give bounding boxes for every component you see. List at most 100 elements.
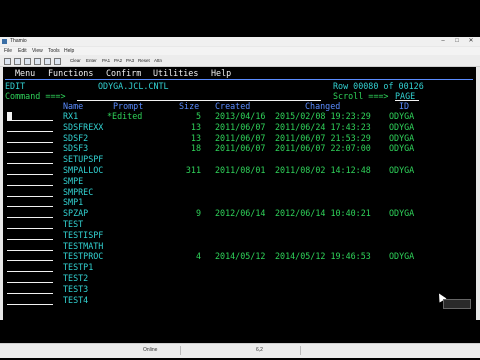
cell-name[interactable]: RX1: [63, 111, 78, 121]
cursor-position: 6,2: [256, 347, 263, 353]
scroll-label: Scroll ===>: [333, 91, 389, 101]
col-changed: Changed: [305, 101, 341, 111]
row-select-field[interactable]: [7, 130, 53, 132]
settings-icon[interactable]: [54, 58, 61, 65]
row-select-field[interactable]: [7, 120, 53, 121]
cell-size: 13: [190, 132, 201, 143]
cell-name[interactable]: SMPALLOC: [63, 165, 103, 175]
menu-edit[interactable]: Edit: [18, 47, 27, 55]
row-select-field[interactable]: [7, 141, 53, 143]
emulator-window: Thamio – □ ✕ File Edit View Tools Help C…: [0, 37, 480, 358]
cell-size: 4: [195, 251, 201, 262]
cell-changed: 2014/05/12 19:46:53: [275, 251, 371, 262]
menu-file[interactable]: File: [4, 47, 12, 55]
row-select-field[interactable]: [7, 174, 53, 175]
status-separator: [180, 346, 181, 355]
col-name: Name: [63, 101, 84, 111]
cell-name[interactable]: SETUPSPF: [63, 154, 103, 164]
cell-id: ODYGA: [389, 208, 415, 219]
cell-name[interactable]: TEST2: [63, 273, 88, 283]
cell-changed: 2011/06/07 22:07:00: [275, 143, 371, 154]
row-select-field[interactable]: [7, 184, 53, 186]
dataset-name: ODYGA.JCL.CNTL: [98, 81, 169, 91]
cell-created: 2012/06/14: [215, 208, 266, 219]
cell-name[interactable]: SMPREC: [63, 187, 93, 197]
command-label: Command ===>: [5, 91, 66, 101]
cell-name[interactable]: TEST: [63, 219, 83, 229]
cell-size: 311: [185, 165, 201, 175]
pdm-menu-help[interactable]: Help: [211, 68, 231, 78]
connection-status: Online: [143, 347, 158, 353]
disconnect-icon[interactable]: [14, 58, 21, 65]
cell-changed: 2011/06/24 17:43:23: [275, 121, 371, 132]
cell-prompt: *Edited: [107, 111, 143, 121]
tooltip: [443, 299, 471, 309]
cell-name[interactable]: SDSFREXX: [63, 122, 103, 132]
menu-tools[interactable]: Tools: [48, 47, 60, 55]
cell-name[interactable]: SMP1: [63, 197, 83, 207]
pa1-button[interactable]: PA1: [102, 55, 110, 66]
cell-size: 18: [190, 143, 201, 154]
row-select-field[interactable]: [7, 249, 53, 251]
cell-name[interactable]: TESTISPF: [63, 230, 103, 240]
row-select-field[interactable]: [7, 271, 53, 273]
menu-help[interactable]: Help: [64, 47, 74, 55]
row-select-field[interactable]: [7, 195, 53, 197]
cell-id: ODYGA: [389, 165, 415, 175]
cell-name[interactable]: SPZAP: [63, 208, 88, 218]
paste-icon[interactable]: [44, 58, 51, 65]
cell-size: 13: [190, 121, 201, 132]
app-icon: [2, 39, 7, 44]
terminal-screen[interactable]: Menu Functions Confirm Utilities Help ED…: [3, 67, 476, 342]
menu-view[interactable]: View: [32, 47, 43, 55]
cell-name[interactable]: TEST3: [63, 284, 88, 294]
minimize-icon[interactable]: –: [436, 37, 450, 46]
reset-button[interactable]: Reset: [138, 55, 150, 66]
row-select-field[interactable]: [7, 228, 53, 229]
cell-id: ODYGA: [389, 143, 415, 154]
cell-name[interactable]: SDSF2: [63, 133, 88, 143]
toolbar: Clear Enter PA1 PA2 PA3 Reset Attn: [0, 55, 480, 67]
clear-button[interactable]: Clear: [70, 55, 81, 66]
pdm-menu-utilities[interactable]: Utilities: [153, 68, 198, 78]
pdm-menu-confirm[interactable]: Confirm: [106, 68, 141, 78]
copy-icon[interactable]: [34, 58, 41, 65]
cell-name[interactable]: TESTPROC: [63, 251, 103, 261]
cell-size: 5: [195, 111, 201, 121]
col-id: ID: [399, 101, 410, 111]
app-menu-bar: File Edit View Tools Help: [0, 47, 480, 55]
row-select-field[interactable]: [7, 260, 53, 262]
cell-name[interactable]: SMPE: [63, 176, 83, 186]
pa3-button[interactable]: PA3: [126, 55, 134, 66]
row-select-field[interactable]: [7, 152, 53, 154]
cell-name[interactable]: TESTMATH: [63, 241, 103, 251]
status-separator: [300, 346, 301, 355]
print-icon[interactable]: [24, 58, 31, 65]
row-select-field[interactable]: [7, 303, 53, 305]
row-select-field[interactable]: [7, 206, 53, 208]
pa2-button[interactable]: PA2: [114, 55, 122, 66]
text-cursor: [7, 112, 12, 120]
attn-button[interactable]: Attn: [154, 55, 162, 66]
cell-created: 2014/05/12: [215, 251, 266, 262]
maximize-icon[interactable]: □: [450, 37, 464, 46]
row-select-field[interactable]: [7, 282, 53, 283]
row-select-field[interactable]: [7, 238, 53, 240]
close-icon[interactable]: ✕: [464, 37, 478, 46]
cell-name[interactable]: TESTP1: [63, 262, 93, 272]
connect-icon[interactable]: [4, 58, 11, 65]
row-select-field[interactable]: [7, 292, 53, 294]
cell-size: 9: [195, 208, 201, 219]
enter-button[interactable]: Enter: [86, 55, 97, 66]
row-select-field[interactable]: [7, 217, 53, 219]
row-select-field[interactable]: [7, 163, 53, 165]
cell-id: ODYGA: [389, 132, 415, 143]
row-info: Row 00080 of 00126: [333, 81, 424, 91]
pdm-menu-menu[interactable]: Menu: [15, 68, 35, 78]
cell-name[interactable]: TEST4: [63, 295, 88, 305]
cell-name[interactable]: SDSF3: [63, 143, 88, 153]
cell-id: ODYGA: [389, 111, 415, 121]
cell-changed: 2011/08/02 14:12:48: [275, 165, 371, 175]
pdm-menu-functions[interactable]: Functions: [48, 68, 93, 78]
title-bar: Thamio – □ ✕: [0, 37, 480, 46]
